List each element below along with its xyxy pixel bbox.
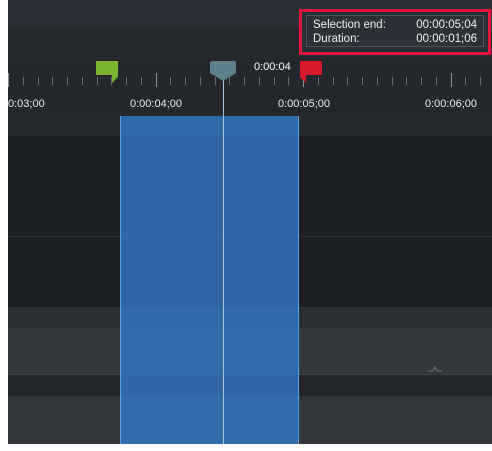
selection-info-tooltip: Selection end: 00:00:05;04 Duration: 00:… (299, 9, 491, 55)
ruler-tick (67, 77, 68, 85)
ruler-tick (421, 77, 422, 85)
ruler-tick (37, 77, 39, 85)
selection-start-marker-icon[interactable] (96, 61, 120, 83)
ruler-tick (244, 77, 245, 85)
ruler-tick (22, 77, 24, 85)
playhead-time-label: 0:00:04 (254, 61, 291, 73)
ruler-tick (273, 77, 275, 85)
ruler-label-3s: 0:03;00 (8, 98, 45, 110)
ruler-label-5s: 0:00:05;00 (278, 98, 330, 110)
selection-end-row: Selection end: 00:00:05;04 (313, 19, 477, 31)
duration-row: Duration: 00:00:01;06 (313, 33, 477, 45)
ruler-tick (199, 77, 201, 85)
ruler-tick (288, 77, 290, 85)
ruler-tick (406, 77, 408, 85)
selection-range[interactable] (120, 116, 299, 444)
ruler-ticks (8, 73, 492, 89)
ruler-tick (126, 77, 127, 85)
ruler-label-6s: 0:00:06;00 (425, 98, 477, 110)
duration-value: 00:00:01;06 (416, 33, 477, 45)
duration-label: Duration: (313, 33, 360, 45)
ruler-tick (435, 77, 437, 85)
selection-end-label: Selection end: (313, 19, 386, 31)
ruler-tick (347, 77, 349, 85)
ruler-tick (450, 73, 452, 87)
ruler-label-4s: 0:00:04;00 (130, 98, 182, 110)
ruler-tick (362, 77, 363, 85)
ruler-tick (465, 77, 467, 85)
ruler-tick (185, 77, 186, 85)
ruler-tick (391, 77, 393, 85)
ruler-tick (140, 77, 142, 85)
timeline-panel: 0:03;00 0:00:04;00 0:00:05;00 0:00:06;00… (8, 0, 492, 444)
ruler-tick (52, 77, 54, 85)
playhead-line[interactable] (223, 80, 224, 444)
ruler-tick (258, 77, 260, 85)
ruler-tick (155, 73, 157, 87)
selection-end-value: 00:00:05;04 (416, 19, 477, 31)
ruler-tick (170, 77, 172, 85)
selection-end-marker-icon[interactable] (298, 61, 322, 83)
ruler-tick (376, 77, 378, 85)
ruler-tick (8, 73, 9, 87)
playhead-handle-icon[interactable] (210, 61, 236, 81)
ruler-tick (480, 77, 481, 85)
time-ruler[interactable]: 0:03;00 0:00:04;00 0:00:05;00 0:00:06;00 (8, 58, 492, 116)
ruler-tick (81, 77, 83, 85)
ruler-tick (332, 77, 334, 85)
audio-waveform-icon (428, 366, 442, 372)
tooltip-content: Selection end: 00:00:05;04 Duration: 00:… (306, 15, 484, 47)
